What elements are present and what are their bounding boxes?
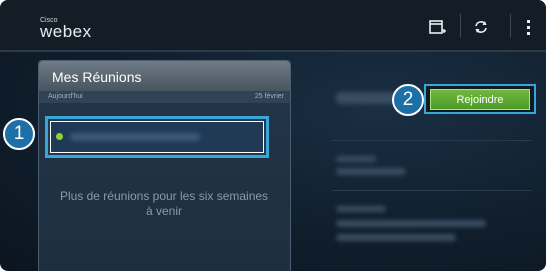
day-header: Aujourd'hui 25 février bbox=[39, 91, 290, 103]
panel-header: Mes Réunions bbox=[39, 61, 290, 91]
join-button[interactable]: Rejoindre bbox=[430, 89, 530, 110]
webex-logo: webex bbox=[40, 22, 92, 41]
day-label: Aujourd'hui bbox=[48, 93, 83, 100]
more-meetings-line-2: à venir bbox=[145, 204, 183, 218]
toolbar-divider bbox=[510, 14, 511, 38]
more-meetings-line-1: Plus de réunions pour les six semaines bbox=[59, 189, 269, 203]
blurred-detail-value bbox=[336, 220, 486, 227]
details-divider bbox=[332, 140, 532, 141]
date-label: 25 février bbox=[254, 93, 284, 100]
blurred-detail-value bbox=[336, 234, 456, 241]
calendar-add-icon[interactable] bbox=[428, 18, 446, 36]
blurred-detail-label bbox=[336, 156, 376, 162]
more-meetings-text: Plus de réunions pour les six semaines à… bbox=[52, 189, 276, 219]
toolbar-divider bbox=[460, 14, 461, 38]
blurred-meeting-heading bbox=[336, 92, 396, 104]
blurred-meeting-title bbox=[70, 133, 200, 141]
meeting-list-item[interactable] bbox=[45, 116, 269, 158]
refresh-icon[interactable] bbox=[472, 18, 490, 36]
status-dot-icon bbox=[56, 133, 63, 140]
details-divider bbox=[332, 190, 532, 191]
my-meetings-panel: Mes Réunions Aujourd'hui 25 février bbox=[38, 60, 291, 271]
blurred-detail-value bbox=[336, 168, 406, 175]
callout-badge-2: 2 bbox=[392, 84, 424, 116]
webex-app-screen: Cisco webex Mes Réunions Aujourd'hui 25 … bbox=[0, 0, 546, 271]
overflow-menu-icon[interactable] bbox=[525, 18, 533, 36]
panel-title: Mes Réunions bbox=[52, 69, 142, 85]
action-bar: Cisco webex bbox=[0, 0, 546, 52]
join-button-highlight: Rejoindre bbox=[424, 84, 536, 114]
callout-badge-1: 1 bbox=[3, 118, 35, 150]
blurred-detail-label bbox=[336, 206, 386, 212]
